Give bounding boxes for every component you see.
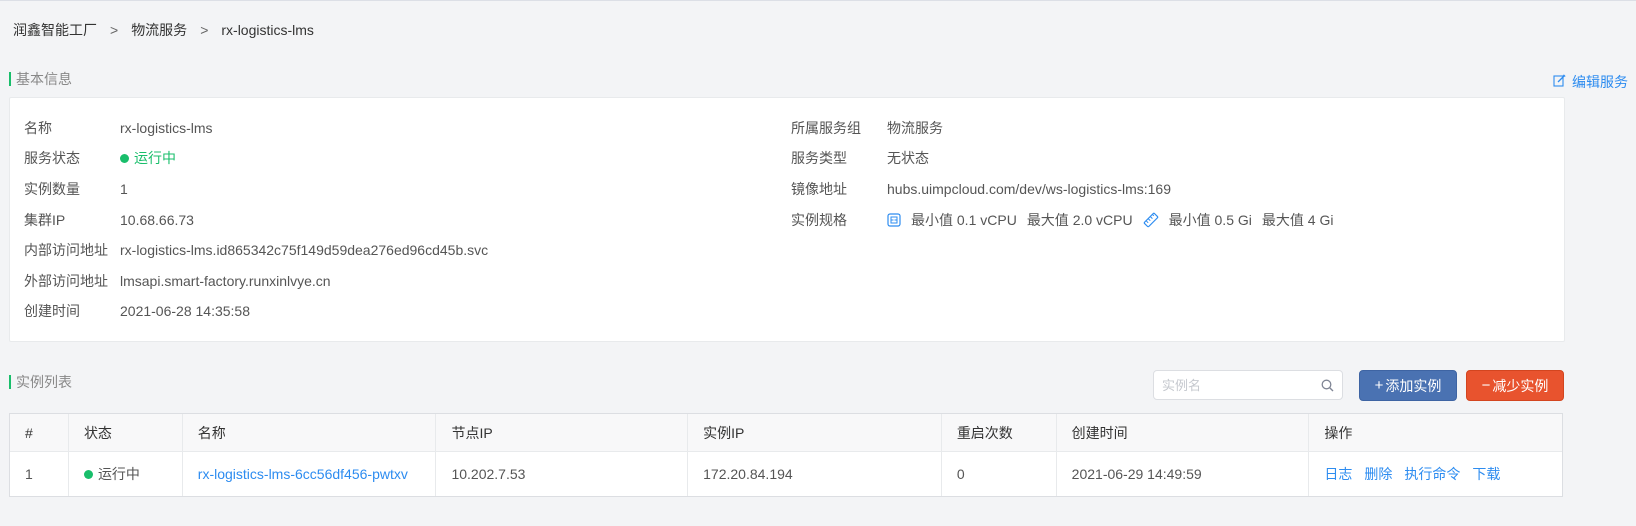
breadcrumb-item-factory[interactable]: 润鑫智能工厂 — [13, 20, 97, 40]
info-label: 服务类型 — [791, 150, 847, 166]
info-value: lmsapi.smart-factory.runxinlvye.cn — [120, 273, 331, 289]
logs-link[interactable]: 日志 — [1324, 464, 1352, 484]
instance-search-input[interactable] — [1154, 376, 1324, 394]
info-label: 实例数量 — [24, 181, 80, 197]
info-row-created: 创建时间 2021-06-28 14:35:58 — [24, 301, 250, 321]
info-value: 物流服务 — [887, 120, 943, 136]
info-row-service-type: 服务类型 无状态 — [791, 148, 929, 168]
memory-icon — [1143, 212, 1159, 228]
column-header-actions: 操作 — [1324, 424, 1353, 441]
search-icon[interactable] — [1321, 379, 1334, 395]
delete-link[interactable]: 删除 — [1364, 464, 1392, 484]
add-instance-label: 添加实例 — [1385, 377, 1442, 394]
section-accent-bar — [9, 72, 11, 86]
info-label: 所属服务组 — [791, 120, 861, 136]
status-dot-icon — [120, 153, 129, 163]
info-value: 无状态 — [887, 150, 929, 166]
breadcrumb-item-current: rx-logistics-lms — [221, 22, 314, 38]
memory-max: 最大值 4 Gi — [1261, 212, 1334, 228]
instance-list-section-title: 实例列表 — [9, 374, 72, 390]
plus-icon: + — [1374, 377, 1384, 394]
info-row-external-address: 外部访问地址 lmsapi.smart-factory.runxinlvye.c… — [24, 271, 331, 291]
status-text: 运行中 — [97, 466, 140, 482]
cell-name: rx-logistics-lms-6cc56df456-pwtxv — [183, 452, 437, 496]
edit-icon — [1553, 74, 1572, 90]
breadcrumb-item-service-group[interactable]: 物流服务 — [131, 20, 187, 40]
instance-search-box — [1153, 370, 1343, 400]
column-header-name: 名称 — [183, 414, 437, 451]
cell-status: 运行中 — [69, 452, 183, 496]
cpu-min: 最小值 0.1 vCPU — [911, 212, 1017, 228]
add-instance-button[interactable]: + 添加实例 — [1359, 370, 1457, 401]
status-text: 运行中 — [134, 150, 176, 166]
instance-list-title-text: 实例列表 — [16, 374, 72, 390]
info-row-name: 名称 rx-logistics-lms — [24, 118, 213, 138]
cell-index: 1 — [10, 452, 69, 496]
info-label: 镜像地址 — [791, 181, 847, 197]
download-link[interactable]: 下载 — [1472, 464, 1500, 484]
cell-node-ip: 10.202.7.53 — [436, 452, 689, 496]
spec-values: 最小值 0.1 vCPU 最大值 2.0 vCPU 最小值 0.5 Gi 最大值… — [887, 210, 1343, 230]
column-header-instance-ip: 实例IP — [688, 414, 942, 451]
info-row-service-group: 所属服务组 物流服务 — [791, 118, 943, 138]
breadcrumb-separator: > — [110, 22, 119, 38]
info-label: 内部访问地址 — [24, 242, 108, 258]
column-header-node-ip: 节点IP — [436, 414, 689, 451]
status-badge: 运行中 — [120, 148, 176, 168]
column-header-created: 创建时间 — [1057, 414, 1310, 451]
instance-name-link[interactable]: rx-logistics-lms-6cc56df456-pwtxv — [198, 466, 408, 482]
info-row-instance-count: 实例数量 1 — [24, 179, 128, 199]
info-label: 服务状态 — [24, 150, 80, 166]
reduce-instance-label: 减少实例 — [1492, 377, 1549, 394]
table-row: 1 运行中 rx-logistics-lms-6cc56df456-pwtxv … — [10, 452, 1562, 496]
info-value: rx-logistics-lms.id865342c75f149d59dea27… — [120, 242, 489, 258]
info-value: 10.68.66.73 — [120, 212, 194, 228]
column-header-index: # — [10, 414, 69, 451]
info-row-status: 服务状态 运行中 — [24, 148, 176, 168]
cell-instance-ip: 172.20.84.194 — [688, 452, 942, 496]
info-label: 名称 — [24, 120, 52, 136]
info-label: 创建时间 — [24, 303, 80, 319]
breadcrumb-separator: > — [200, 22, 209, 38]
info-row-spec: 实例规格 最小值 0.1 vCPU 最大值 2.0 vCPU 最小值 0.5 G… — [791, 210, 1333, 230]
info-row-cluster-ip: 集群IP 10.68.66.73 — [24, 210, 194, 230]
info-label: 集群IP — [24, 212, 66, 228]
status-dot-icon — [83, 469, 93, 479]
info-value: 2021-06-28 14:35:58 — [120, 303, 250, 319]
breadcrumb: 润鑫智能工厂 > 物流服务 > rx-logistics-lms — [13, 21, 314, 39]
exec-command-link[interactable]: 执行命令 — [1404, 464, 1460, 484]
instance-table: # 状态 名称 节点IP 实例IP 重启次数 创建时间 操作 1 运行中 rx-… — [9, 413, 1563, 497]
column-header-restarts: 重启次数 — [942, 414, 1057, 451]
cell-actions: 日志 删除 执行命令 下载 — [1309, 452, 1562, 496]
top-border — [0, 0, 1636, 1]
cell-restarts: 0 — [942, 452, 1057, 496]
table-header: # 状态 名称 节点IP 实例IP 重启次数 创建时间 操作 — [10, 414, 1562, 452]
column-header-status: 状态 — [69, 414, 183, 451]
info-label: 外部访问地址 — [24, 273, 108, 289]
edit-service-label: 编辑服务 — [1572, 74, 1628, 90]
basic-info-title-text: 基本信息 — [16, 71, 72, 87]
edit-service-button[interactable]: 编辑服务 — [1553, 72, 1628, 92]
cpu-max: 最大值 2.0 vCPU — [1026, 212, 1133, 228]
info-value: 1 — [120, 181, 128, 197]
info-value: rx-logistics-lms — [120, 120, 213, 136]
info-row-internal-address: 内部访问地址 rx-logistics-lms.id865342c75f149d… — [24, 240, 488, 260]
cpu-icon — [887, 213, 901, 227]
memory-min: 最小值 0.5 Gi — [1168, 212, 1252, 228]
info-row-image: 镜像地址 hubs.uimpcloud.com/dev/ws-logistics… — [791, 179, 1171, 199]
minus-icon: − — [1481, 377, 1491, 394]
section-accent-bar — [9, 375, 11, 389]
reduce-instance-button[interactable]: − 减少实例 — [1466, 370, 1564, 401]
info-label: 实例规格 — [791, 212, 847, 228]
cell-created: 2021-06-29 14:49:59 — [1057, 452, 1310, 496]
basic-info-section-title: 基本信息 — [9, 71, 72, 87]
info-value: hubs.uimpcloud.com/dev/ws-logistics-lms:… — [887, 181, 1171, 197]
basic-info-card: 名称 rx-logistics-lms 服务状态 运行中 实例数量 1 集群IP… — [9, 97, 1565, 342]
